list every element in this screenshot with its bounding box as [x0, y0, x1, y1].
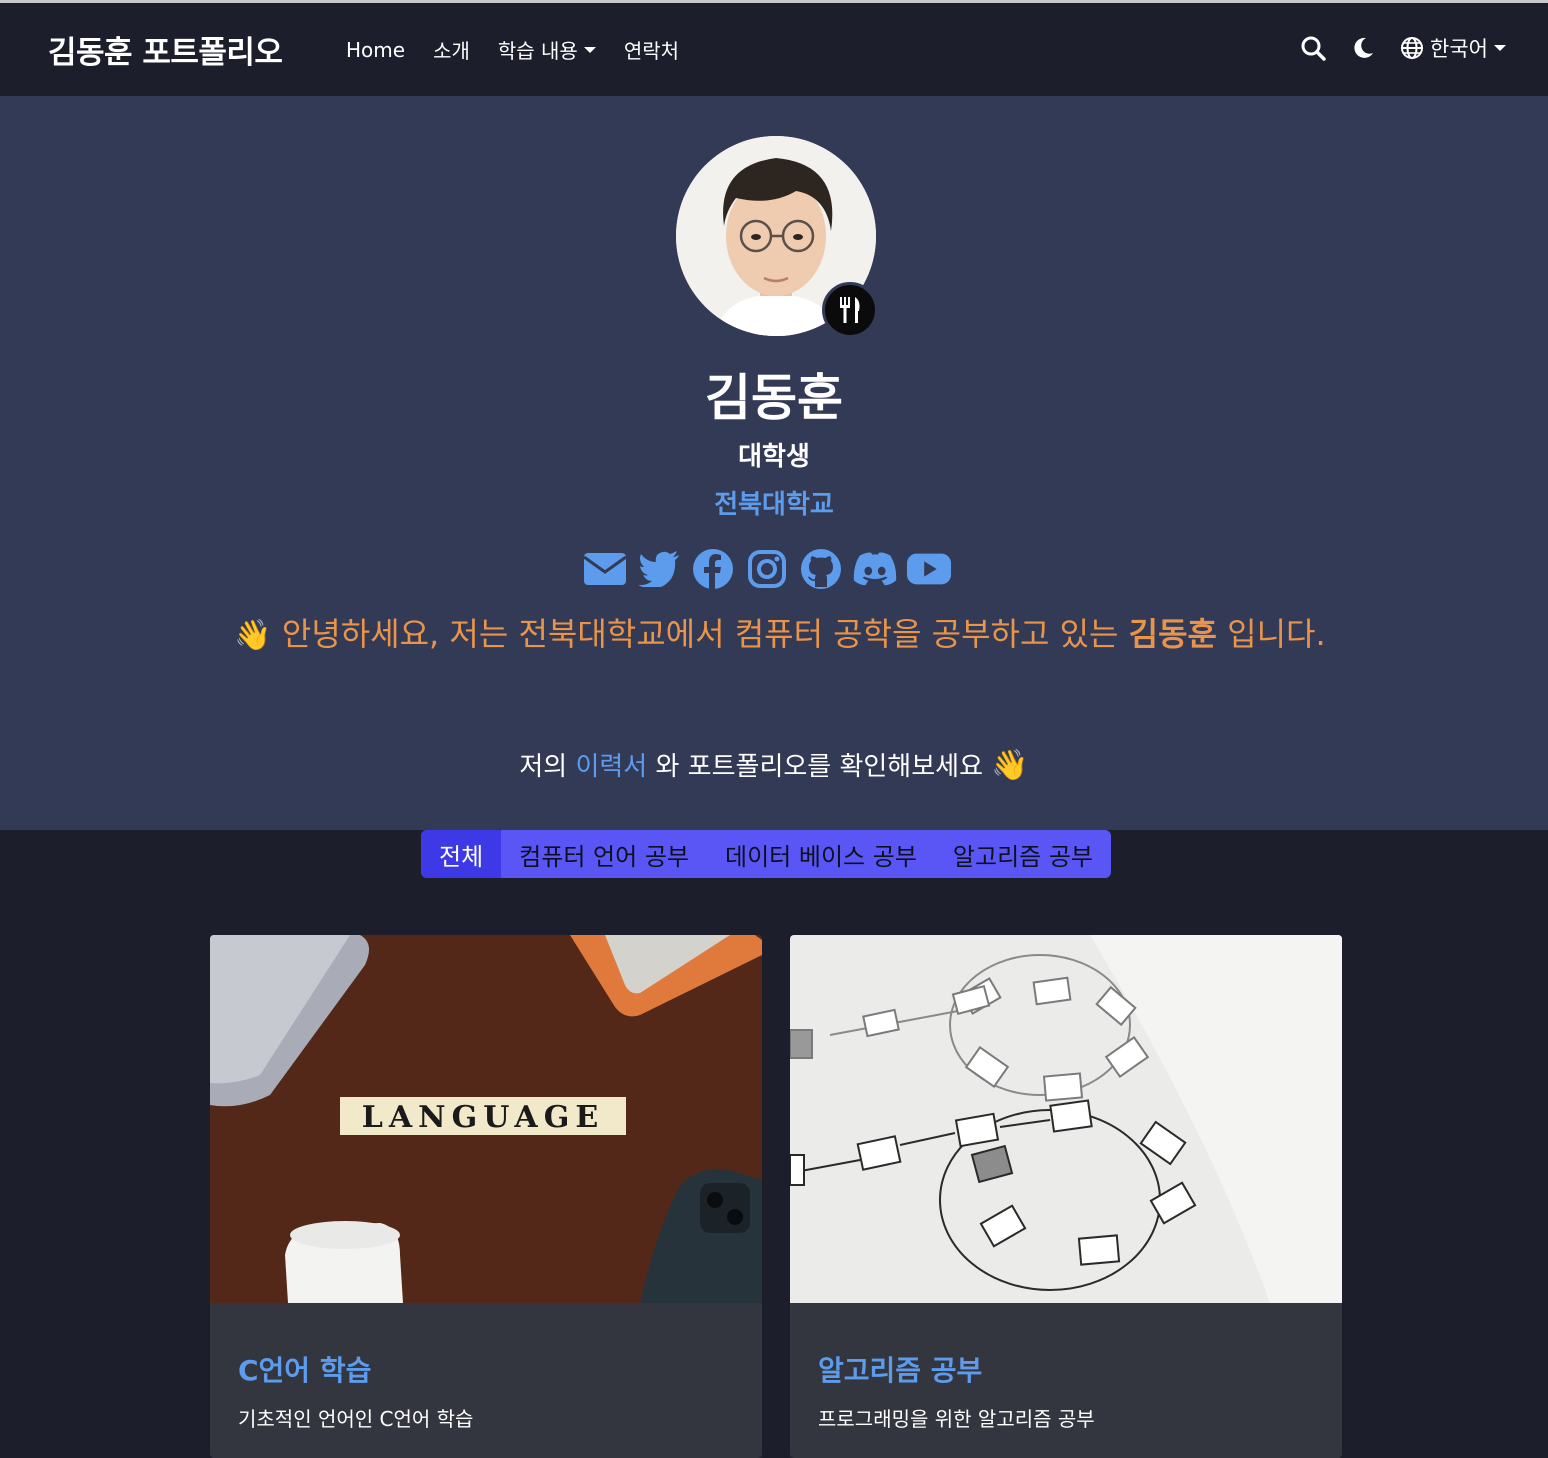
- brand-title[interactable]: 김동훈 포트폴리오: [48, 27, 283, 72]
- resume-cta: 저의 이력서 와 포트폴리오를 확인해보세요 👋: [0, 746, 1548, 783]
- search-icon[interactable]: [1300, 35, 1326, 61]
- nav-link-study-dropdown[interactable]: 학습 내용: [498, 35, 596, 64]
- utensils-icon: [822, 282, 878, 338]
- nav-links: Home 소개 학습 내용 연락처: [346, 35, 707, 64]
- cta-prefix: 저의: [519, 752, 568, 782]
- nav-link-about[interactable]: 소개: [433, 35, 470, 64]
- project-card-c-language[interactable]: LANGUAGE C언어 학습 기초적인 언어인 C언어 학습: [210, 935, 762, 1458]
- globe-icon: [1401, 37, 1424, 59]
- nav-right: 한국어: [1276, 33, 1506, 63]
- discord-icon[interactable]: [852, 548, 898, 590]
- language-selector[interactable]: 한국어: [1400, 33, 1506, 63]
- nav-link-study-label: 학습 내용: [497, 39, 578, 63]
- cta-suffix: 와 포트폴리오를 확인해보세요: [655, 752, 984, 782]
- resume-link[interactable]: 이력서: [575, 752, 647, 782]
- card-image-algorithm-diagram: [790, 935, 1342, 1303]
- profile-hero: 김동훈 대학생 전북대학교 👋 안녕하세요, 저는 전북대학교에서 컴퓨터 공학…: [0, 96, 1548, 830]
- nav-link-home[interactable]: Home: [346, 38, 405, 62]
- instagram-icon[interactable]: [744, 548, 790, 590]
- intro-name: 김동훈: [1128, 615, 1217, 653]
- youtube-icon[interactable]: [906, 548, 952, 590]
- facebook-icon[interactable]: [690, 548, 736, 590]
- caret-down-icon: [1494, 45, 1506, 51]
- caret-down-icon: [583, 46, 596, 53]
- intro-after: 입니다.: [1227, 615, 1326, 653]
- tab-all[interactable]: 전체: [421, 830, 502, 878]
- card-title[interactable]: 알고리즘 공부: [818, 1349, 982, 1389]
- profile-organization[interactable]: 전북대학교: [0, 484, 1548, 521]
- waving-hand-icon: 👋: [991, 748, 1029, 783]
- email-icon[interactable]: [582, 548, 628, 590]
- navbar: 김동훈 포트폴리오 Home 소개 학습 내용 연락처 한국어: [0, 3, 1548, 96]
- category-tabs: 전체 컴퓨터 언어 공부 데이터 베이스 공부 알고리즘 공부: [421, 830, 1112, 878]
- tab-programming-languages[interactable]: 컴퓨터 언어 공부: [501, 830, 707, 878]
- twitter-icon[interactable]: [636, 548, 682, 590]
- moon-icon[interactable]: [1350, 35, 1376, 61]
- github-icon[interactable]: [798, 548, 844, 590]
- language-label: 한국어: [1430, 37, 1488, 61]
- card-title[interactable]: C언어 학습: [238, 1349, 371, 1389]
- social-links: [582, 548, 960, 590]
- waving-hand-icon: 👋: [234, 618, 272, 653]
- project-card-algorithms[interactable]: 알고리즘 공부 프로그래밍을 위한 알고리즘 공부: [790, 935, 1342, 1458]
- language-tiles-text: LANGUAGE: [362, 1100, 604, 1135]
- nav-link-contact[interactable]: 연락처: [624, 35, 679, 64]
- tab-database[interactable]: 데이터 베이스 공부: [707, 830, 935, 878]
- profile-role: 대학생: [738, 442, 810, 472]
- card-image-language: LANGUAGE: [210, 935, 762, 1303]
- profile-name: 김동훈: [705, 369, 843, 427]
- intro-before: 안녕하세요, 저는 전북대학교에서 컴퓨터 공학을 공부하고 있는: [281, 615, 1119, 653]
- tab-algorithms[interactable]: 알고리즘 공부: [935, 830, 1111, 878]
- intro-text: 👋 안녕하세요, 저는 전북대학교에서 컴퓨터 공학을 공부하고 있는 김동훈 …: [230, 606, 1330, 664]
- card-description: 기초적인 언어인 C언어 학습: [238, 1407, 474, 1431]
- card-description: 프로그래밍을 위한 알고리즘 공부: [818, 1407, 1095, 1431]
